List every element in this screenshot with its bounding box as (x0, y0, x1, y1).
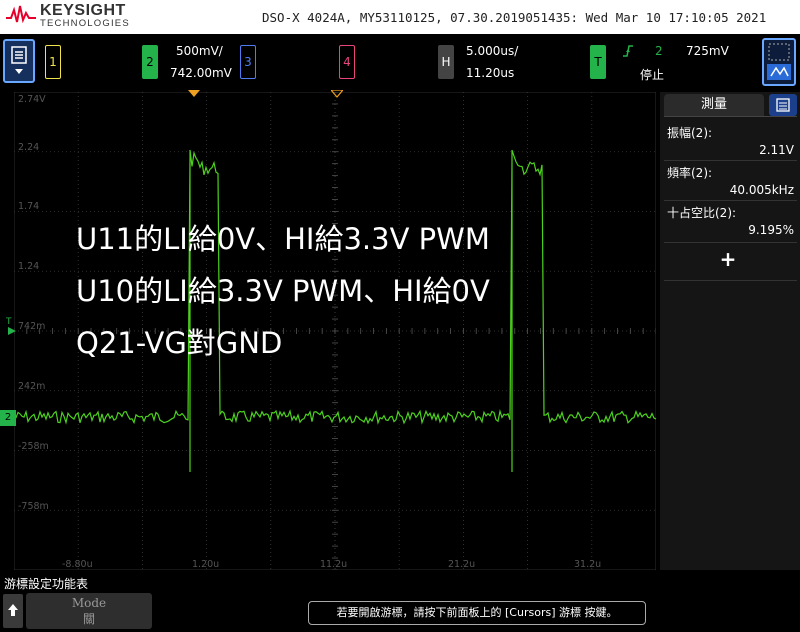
svg-text:T: T (6, 317, 12, 327)
x-tick-label: 11.2u (320, 559, 348, 570)
acquisition-status: 停止 (640, 68, 665, 82)
divider (664, 160, 797, 161)
main-menu-button[interactable] (3, 39, 35, 83)
channel-4-button[interactable]: 4 (339, 45, 355, 79)
y-tick-label: 742m (18, 321, 46, 332)
annotation-line: Q21-VG對GND (76, 326, 283, 360)
trigger-level-marker-icon: T (6, 317, 16, 335)
menu-up-button[interactable] (3, 594, 23, 628)
y-tick-label: 1.24 (18, 261, 40, 272)
x-tick-label: 31.2u (574, 559, 602, 570)
mode-softkey[interactable]: Mode 關 (26, 593, 152, 629)
x-tick-label: 21.2u (448, 559, 476, 570)
softkey-menu-title: 游標設定功能表 (4, 577, 89, 591)
channel-2-scale: 500mV/ (176, 44, 223, 58)
channel-2-offset: 742.00mV (170, 66, 232, 80)
y-tick-label: 2.24 (18, 142, 40, 153)
list-icon (776, 98, 790, 112)
divider (664, 116, 797, 117)
y-tick-label: -258m (18, 441, 49, 452)
channel-2-ground-marker[interactable]: 2 (0, 410, 16, 426)
measure-label-frequency: 頻率(2): (667, 166, 713, 180)
divider (664, 200, 797, 201)
annotation-line: U11的LI給0V、HI給3.3V PWM (76, 222, 490, 256)
center-position-marker-icon (331, 90, 343, 98)
y-tick-label: 1.74 (18, 201, 40, 212)
zoom-button[interactable] (762, 38, 796, 86)
y-tick-label: -758m (18, 501, 49, 512)
menu-icon (11, 46, 27, 74)
y-tick-label: 242m (18, 381, 46, 392)
arrow-up-icon (8, 604, 18, 616)
tab-measure[interactable]: 測量 (664, 94, 764, 116)
horizontal-scale: 5.000us/ (466, 44, 519, 58)
trigger-level: 725mV (686, 44, 729, 58)
panel-menu-button[interactable] (769, 94, 797, 116)
trigger-button[interactable]: T (590, 45, 606, 79)
channel-1-button[interactable]: 1 (45, 45, 61, 79)
trigger-position-marker-icon (188, 90, 200, 97)
measure-value-duty-cycle: 9.195% (748, 223, 794, 237)
measure-label-amplitude: 振幅(2): (667, 126, 713, 140)
keysight-logo-icon (6, 5, 36, 24)
instrument-info: DSO-X 4024A, MY53110125, 07.30.201905143… (262, 10, 767, 25)
measure-value-frequency: 40.005kHz (729, 183, 794, 197)
divider (664, 242, 797, 243)
annotation-line: U10的LI給3.3V PWM、HI給0V (76, 274, 490, 308)
zoom-icon (767, 43, 791, 80)
divider (664, 280, 797, 281)
y-tick-label: 2.74V (18, 94, 46, 105)
rising-edge-icon (623, 45, 633, 57)
mode-softkey-label: Mode (71, 596, 107, 610)
mode-softkey-value: 關 (82, 612, 95, 626)
channel-3-button[interactable]: 3 (240, 45, 256, 79)
measure-value-amplitude: 2.11V (759, 143, 794, 157)
x-tick-label: -8.80u (62, 559, 93, 570)
add-measurement-button[interactable]: + (716, 248, 740, 270)
channel-bar (0, 34, 800, 90)
horizontal-delay: 11.20us (466, 66, 515, 80)
status-hint: 若要開啟游標，請按下前面板上的 [Cursors] 游標 按鍵。 (308, 601, 646, 625)
horizontal-button[interactable]: H (438, 45, 454, 79)
measure-label-duty-cycle: 十占空比(2): (667, 206, 737, 220)
channel-2-button[interactable]: 2 (142, 45, 158, 79)
brand-subtitle: TECHNOLOGIES (40, 18, 130, 29)
x-tick-label: 1.20u (192, 559, 220, 570)
trigger-source: 2 (655, 44, 663, 58)
